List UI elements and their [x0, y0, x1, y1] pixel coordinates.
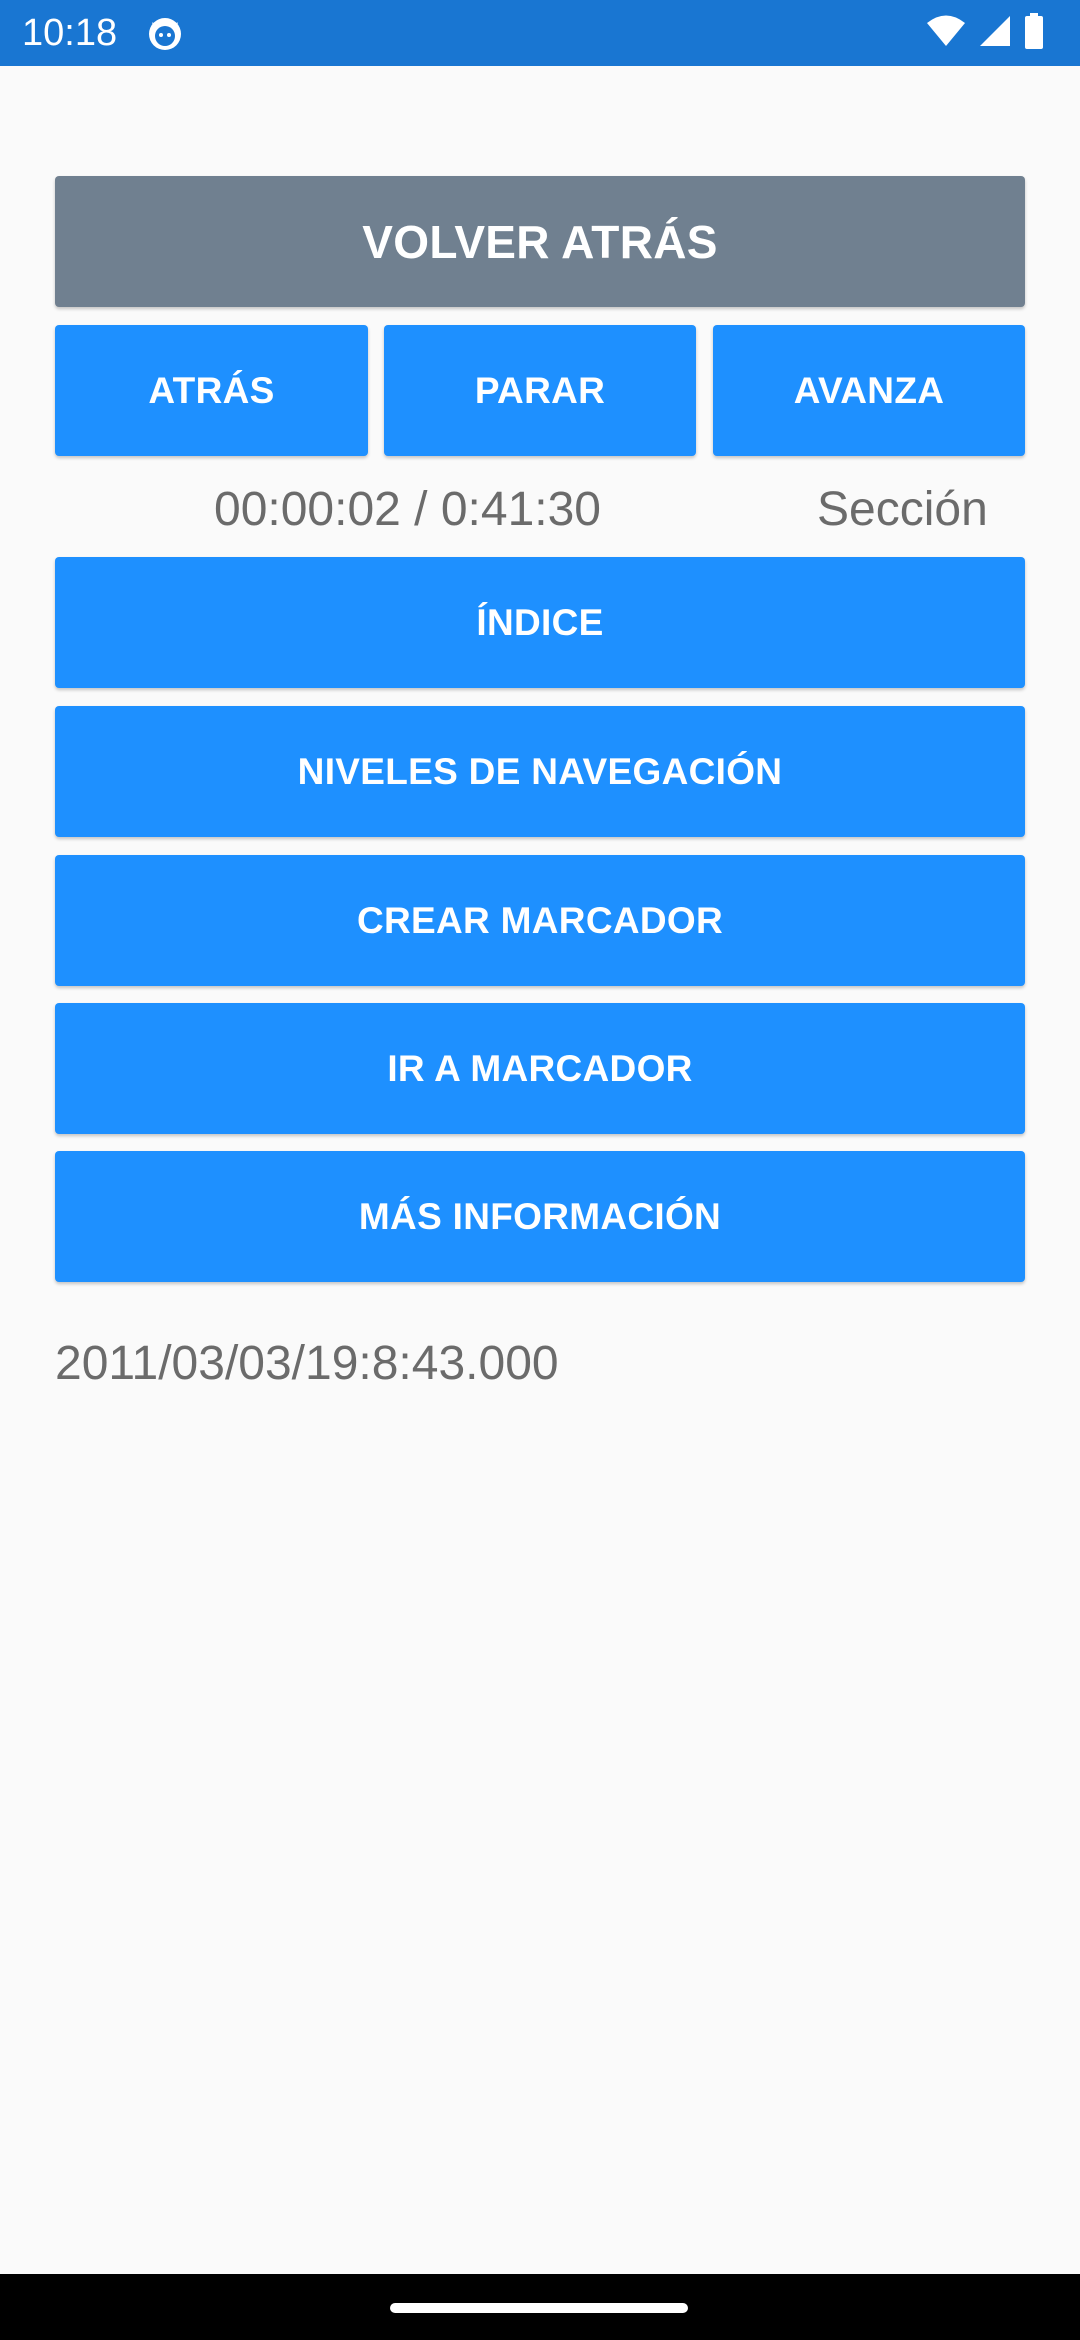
- playback-time: 00:00:02 / 0:41:30: [214, 483, 601, 536]
- index-button[interactable]: ÍNDICE: [55, 557, 1025, 688]
- stop-button[interactable]: PARAR: [384, 325, 696, 456]
- navigation-levels-button[interactable]: NIVELES DE NAVEGACIÓN: [55, 706, 1025, 837]
- more-info-button[interactable]: MÁS INFORMACIÓN: [55, 1151, 1025, 1282]
- status-icons: [926, 12, 1044, 54]
- status-bar: 10:18: [0, 0, 1080, 66]
- battery-icon: [1024, 12, 1044, 54]
- wifi-icon: [926, 14, 966, 53]
- date-text: 2011/03/03/19:8:43.000: [55, 1337, 559, 1390]
- previous-button[interactable]: ATRÁS: [55, 325, 368, 456]
- cat-face-icon: [146, 14, 184, 52]
- navigation-level-label: Sección: [817, 483, 988, 536]
- next-button[interactable]: AVANZA: [713, 325, 1025, 456]
- status-time: 10:18: [22, 12, 118, 54]
- create-bookmark-button[interactable]: CREAR MARCADOR: [55, 855, 1025, 986]
- home-gesture-handle[interactable]: [390, 2303, 688, 2313]
- go-to-bookmark-button[interactable]: IR A MARCADOR: [55, 1003, 1025, 1134]
- back-button[interactable]: VOLVER ATRÁS: [55, 176, 1025, 307]
- cell-signal-icon: [978, 14, 1012, 53]
